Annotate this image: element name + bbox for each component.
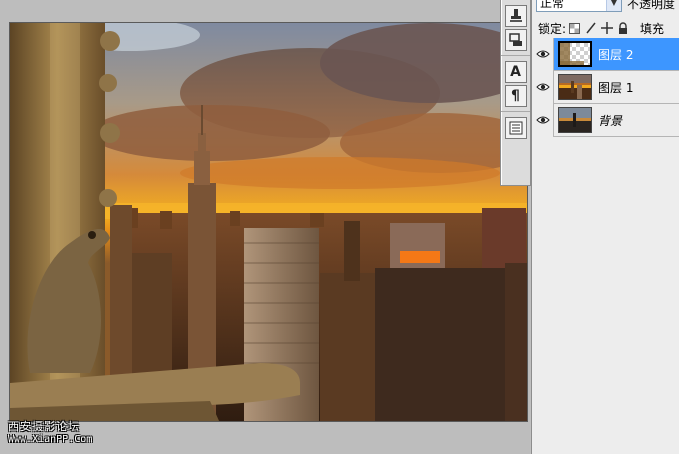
- lock-all-icon[interactable]: [615, 21, 630, 35]
- city-sunset-photo: [10, 23, 527, 421]
- layer-name[interactable]: 图层 1: [598, 79, 633, 96]
- layer-thumbnail-transparent: [558, 41, 592, 67]
- tool-group-type: A ¶: [501, 56, 530, 112]
- tool-palette-strip: A ¶: [500, 0, 531, 186]
- chevron-down-icon[interactable]: ▼: [606, 0, 621, 11]
- visibility-eye-icon[interactable]: [532, 37, 554, 71]
- fill-label: 填充: [640, 21, 665, 36]
- layer-thumbnail-city-dusk: [558, 107, 592, 133]
- layer-comps-icon[interactable]: [504, 117, 527, 139]
- tool-group-brushes: [501, 0, 530, 56]
- layer-row-background[interactable]: 背景: [532, 103, 679, 137]
- layer-row-layer-2[interactable]: 图层 2: [532, 37, 679, 71]
- blend-mode-select[interactable]: 正常 ▼: [536, 0, 622, 12]
- canvas-workspace: 西安摄影论坛 Www.XianPP.Com: [0, 0, 530, 454]
- visibility-eye-icon[interactable]: [532, 70, 554, 104]
- opacity-label: 不透明度: [627, 0, 676, 11]
- layer-name[interactable]: 背景: [598, 112, 622, 129]
- lock-position-icon[interactable]: [599, 21, 614, 35]
- layers-panel: 正常 ▼ 不透明度 锁定: 填充 图层 2 图层 1 背景: [531, 0, 679, 454]
- lock-label: 锁定:: [538, 21, 567, 36]
- watermark-url: Www.XianPP.Com: [8, 434, 93, 445]
- paragraph-icon[interactable]: ¶: [504, 85, 527, 107]
- watermark-title: 西安摄影论坛: [8, 420, 80, 433]
- blend-mode-value: 正常: [540, 0, 565, 10]
- layer-row-layer-1[interactable]: 图层 1: [532, 70, 679, 104]
- layer-thumbnail-city-sunset: [558, 74, 592, 100]
- lock-transparency-icon[interactable]: [567, 21, 582, 35]
- layer-list: 图层 2 图层 1 背景: [532, 37, 679, 137]
- tool-group-comps: [501, 112, 530, 143]
- document-canvas[interactable]: [9, 22, 528, 422]
- layer-name[interactable]: 图层 2: [598, 46, 633, 63]
- lock-pixels-icon[interactable]: [583, 21, 598, 35]
- history-brush-icon[interactable]: [504, 29, 527, 51]
- visibility-eye-icon[interactable]: [532, 103, 554, 137]
- watermark: 西安摄影论坛 Www.XianPP.Com: [8, 420, 118, 450]
- blend-row: 正常 ▼ 不透明度: [532, 0, 679, 14]
- type-tool-icon[interactable]: A: [504, 61, 527, 83]
- lock-row: 锁定: 填充: [532, 18, 679, 38]
- clone-stamp-icon[interactable]: [504, 5, 527, 27]
